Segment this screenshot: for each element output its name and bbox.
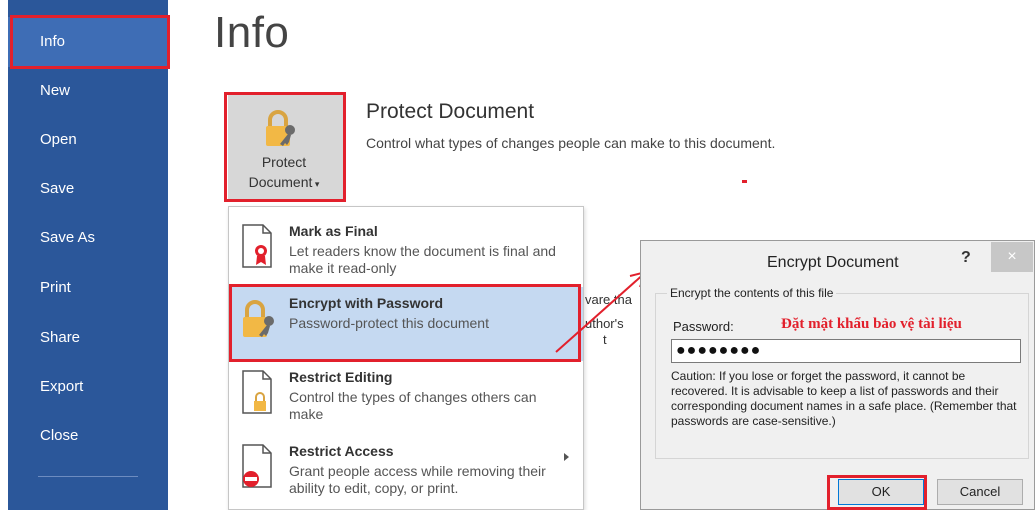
help-icon[interactable]: ? [961,249,971,267]
encrypt-document-dialog: Encrypt Document ? × Encrypt the content… [640,240,1035,510]
group-label: Encrypt the contents of this file [667,286,837,300]
close-icon[interactable]: × [991,242,1033,272]
dialog-title: Encrypt Document [767,254,899,271]
highlight-ok-button [827,475,927,510]
password-input[interactable]: ●●●●●●●● [671,339,1021,363]
password-label: Password: [673,319,734,334]
cancel-button[interactable]: Cancel [937,479,1023,505]
caution-text: Caution: If you lose or forget the passw… [671,369,1017,428]
password-annotation: Đặt mật khẩu bảo vệ tài liệu [781,316,962,332]
